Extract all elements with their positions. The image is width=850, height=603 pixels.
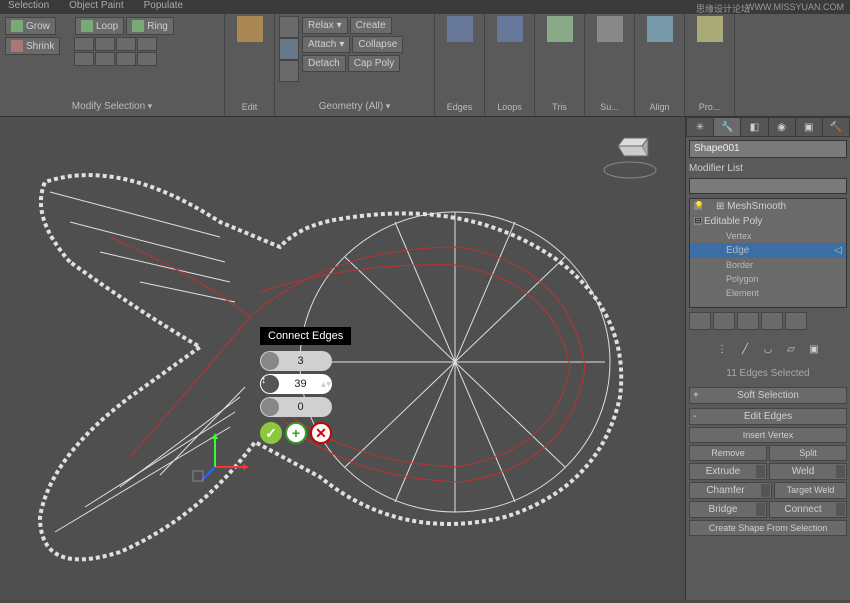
loop-next-button[interactable] (95, 37, 115, 51)
stack-vertex[interactable]: Vertex (690, 229, 846, 243)
sel-btn2[interactable] (95, 52, 115, 66)
collapse-button[interactable]: Collapse (352, 36, 403, 53)
show-end-result-button[interactable] (713, 312, 735, 330)
element-mode-icon[interactable]: ▣ (804, 340, 824, 358)
edit-section: Edit (225, 14, 275, 116)
make-unique-button[interactable] (737, 312, 759, 330)
watermark-url: WWW.MISSYUAN.COM (746, 2, 844, 12)
tab-selection[interactable]: Selection (8, 0, 49, 14)
chamfer-settings-icon[interactable] (761, 484, 770, 497)
stack-meshsmooth[interactable]: 💡⊞ MeshSmooth (690, 199, 846, 214)
chamfer-button[interactable]: Chamfer (689, 482, 772, 499)
align-icon[interactable] (647, 16, 673, 42)
pinch-spinner[interactable]: ↕39▴▾ (260, 374, 332, 394)
modify-selection-label: Modify Selection ▾ (4, 101, 220, 114)
remove-button[interactable]: Remove (689, 445, 767, 461)
loop-prev-button[interactable] (74, 37, 94, 51)
extrude-button[interactable]: Extrude (689, 463, 767, 480)
transform-gizmo[interactable] (193, 433, 249, 481)
utilities-tab[interactable]: 🔨 (823, 118, 849, 136)
cancel-button[interactable]: ✕ (310, 422, 332, 444)
stack-edge[interactable]: Edge◁ (690, 243, 846, 258)
geom-tool2[interactable] (279, 38, 299, 60)
modifier-stack[interactable]: 💡⊞ MeshSmooth ⊟Editable Poly Vertex Edge… (689, 198, 847, 308)
create-shape-button[interactable]: Create Shape From Selection (689, 520, 847, 536)
create-button[interactable]: Create (350, 17, 392, 34)
relax-button[interactable]: Relax ▾ (302, 17, 348, 34)
attach-button[interactable]: Attach ▾ (302, 36, 350, 53)
modifier-list-label: Modifier List (689, 163, 847, 174)
selection-info: 11 Edges Selected (686, 362, 850, 385)
ring-prev-button[interactable] (116, 37, 136, 51)
ring-next-button[interactable] (137, 37, 157, 51)
detach-button[interactable]: Detach (302, 55, 346, 72)
pin-stack-button[interactable] (689, 312, 711, 330)
ring-button[interactable]: Ring (126, 17, 174, 35)
remove-modifier-button[interactable] (761, 312, 783, 330)
watermark-cn: 思缘设计论坛 (696, 2, 750, 15)
connect-settings-icon[interactable] (836, 503, 845, 516)
viewport[interactable]: Connect Edges 3▴▾ ↕39▴▾ 0▴▾ ✓ + ✕ (0, 117, 685, 600)
motion-tab[interactable]: ◉ (769, 118, 795, 136)
apply-ok-button[interactable]: ✓ (260, 422, 282, 444)
geom-tool3[interactable] (279, 60, 299, 82)
slide-spinner[interactable]: 0▴▾ (260, 397, 332, 417)
vertex-mode-icon[interactable]: ⋮ (712, 340, 732, 358)
properties-icon[interactable] (697, 16, 723, 42)
configure-sets-button[interactable] (785, 312, 807, 330)
stack-editable-poly[interactable]: ⊟Editable Poly (690, 214, 846, 229)
create-tab[interactable]: ✳ (687, 118, 713, 136)
loops-icon[interactable] (497, 16, 523, 42)
subobject-icons: ⋮ ╱ ◡ ▱ ▣ (689, 338, 847, 360)
sel-btn4[interactable] (137, 52, 157, 66)
lightbulb-icon[interactable]: 💡 (694, 202, 702, 210)
subd-icon[interactable] (597, 16, 623, 42)
shrink-button[interactable]: Shrink (5, 37, 60, 55)
weld-settings-icon[interactable] (836, 465, 845, 478)
edges-icon[interactable] (447, 16, 473, 42)
edit-icon[interactable] (237, 16, 263, 42)
soft-selection-rollout[interactable]: +Soft Selection (689, 387, 847, 404)
modify-tab[interactable]: 🔧 (714, 118, 740, 136)
expand-icon[interactable]: ⊟ (694, 217, 702, 225)
tab-object-paint[interactable]: Object Paint (69, 0, 123, 14)
tab-populate[interactable]: Populate (144, 0, 183, 14)
edge-mode-icon[interactable]: ╱ (735, 340, 755, 358)
split-button[interactable]: Split (769, 445, 847, 461)
sel-btn3[interactable] (116, 52, 136, 66)
edit-edges-rollout[interactable]: -Edit Edges (689, 408, 847, 425)
display-tab[interactable]: ▣ (796, 118, 822, 136)
connect-edges-popup: Connect Edges 3▴▾ ↕39▴▾ 0▴▾ ✓ + ✕ (260, 327, 351, 444)
cap-poly-button[interactable]: Cap Poly (348, 55, 401, 72)
loop-button[interactable]: Loop (75, 17, 124, 35)
popup-title: Connect Edges (260, 327, 351, 345)
weld-button[interactable]: Weld (769, 463, 847, 480)
stack-polygon[interactable]: Polygon (690, 272, 846, 286)
border-mode-icon[interactable]: ◡ (758, 340, 778, 358)
tris-icon[interactable] (547, 16, 573, 42)
bridge-settings-icon[interactable] (756, 503, 765, 516)
stack-border[interactable]: Border (690, 258, 846, 272)
hierarchy-tab[interactable]: ◧ (741, 118, 767, 136)
geom-tool1[interactable] (279, 16, 299, 38)
command-panel-tabs: ✳ 🔧 ◧ ◉ ▣ 🔨 (686, 117, 850, 137)
stack-element[interactable]: Element (690, 286, 846, 300)
connect-button[interactable]: Connect (769, 501, 847, 518)
bridge-button[interactable]: Bridge (689, 501, 767, 518)
view-cube[interactable] (600, 132, 660, 182)
polygon-mode-icon[interactable]: ▱ (781, 340, 801, 358)
segments-spinner[interactable]: 3▴▾ (260, 351, 332, 371)
apply-plus-button[interactable]: + (285, 422, 307, 444)
object-name-field[interactable]: Shape001 (689, 140, 847, 158)
sel-btn1[interactable] (74, 52, 94, 66)
geometry-all-label: Geometry (All) ▾ (279, 101, 430, 114)
modifier-list-dropdown[interactable] (689, 178, 847, 194)
modify-panel: ✳ 🔧 ◧ ◉ ▣ 🔨 Shape001 Modifier List 💡⊞ Me… (685, 117, 850, 600)
extrude-settings-icon[interactable] (756, 465, 765, 478)
grow-button[interactable]: Grow (5, 17, 56, 35)
ribbon: Grow Shrink Loop Ring Modify Selection ▾… (0, 14, 850, 117)
insert-vertex-button[interactable]: Insert Vertex (689, 427, 847, 443)
target-weld-button[interactable]: Target Weld (774, 482, 847, 499)
